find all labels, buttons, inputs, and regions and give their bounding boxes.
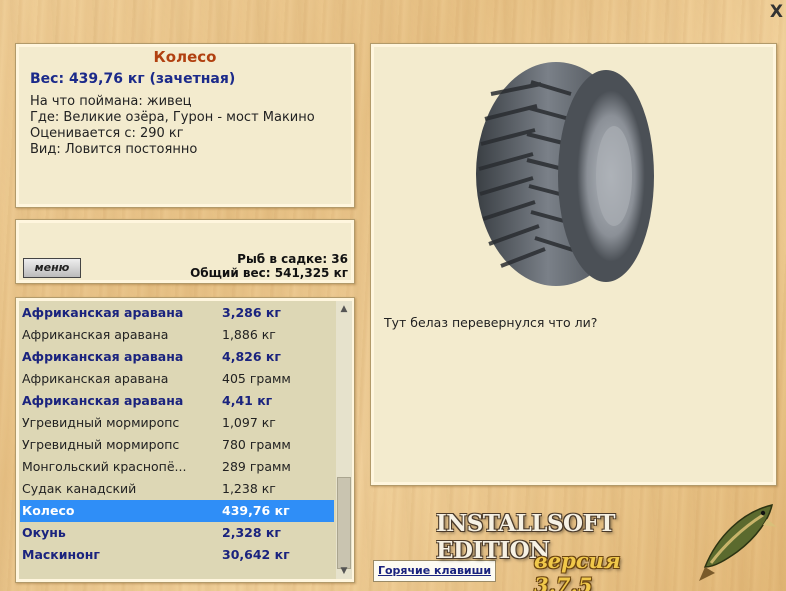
fish-row-weight: 1,097 кг — [222, 415, 276, 430]
app-logo: INSTALLSOFT EDITION версия 3.7.5 — [436, 510, 682, 591]
fish-list-row[interactable]: Окунь 2,328 кг — [20, 522, 334, 544]
fish-row-weight: 2,328 кг — [222, 525, 281, 540]
scroll-down-icon[interactable]: ▼ — [336, 563, 352, 579]
fish-row-weight: 30,642 кг — [222, 547, 290, 562]
fish-list-row[interactable]: Угревидный мормиропс 780 грамм — [20, 434, 334, 456]
fish-row-name: Угревидный мормиропс — [22, 415, 180, 430]
fish-row-name: Угревидный мормиропс — [22, 437, 180, 452]
fish-row-weight: 4,826 кг — [222, 349, 281, 364]
version-text: версия 3.7.5 — [534, 548, 621, 591]
fish-row-name: Окунь — [22, 525, 66, 540]
fish-row-weight: 3,286 кг — [222, 305, 281, 320]
fish-list-row[interactable]: Африканская аравана 405 грамм — [20, 368, 334, 390]
scroll-thumb[interactable] — [337, 477, 351, 569]
pike-fish-icon — [697, 497, 783, 587]
fish-list-panel: Африканская аравана 3,286 кг Африканская а… — [15, 297, 355, 583]
catch-info-panel: Колесо Вес: 439,76 кг (зачетная) На что … — [15, 43, 355, 208]
catch-location: Где: Великие озёра, Гурон - мост Макино — [30, 110, 315, 125]
fish-row-name: Африканская аравана — [22, 349, 184, 364]
close-button[interactable]: X — [770, 4, 783, 21]
fish-list-row[interactable]: Монгольский краснопё... 289 грамм — [20, 456, 334, 478]
fish-picture-panel: Тут белаз перевернулся что ли? — [370, 43, 777, 486]
fish-name: Колесо — [153, 48, 217, 66]
fish-row-name: Африканская аравана — [22, 305, 184, 320]
fish-row-weight: 1,238 кг — [222, 481, 276, 496]
fish-list-row[interactable]: Колесо 439,76 кг — [20, 500, 334, 522]
keepnet-stats-panel: меню Рыб в садке: 36 Общий вес: 541,325 … — [15, 219, 355, 284]
fish-row-weight: 4,41 кг — [222, 393, 273, 408]
fish-row-weight: 289 грамм — [222, 459, 291, 474]
fish-row-name: Судак канадский — [22, 481, 137, 496]
fish-list-row[interactable]: Африканская аравана 4,826 кг — [20, 346, 334, 368]
fish-weight: Вес: 439,76 кг (зачетная) — [30, 71, 236, 87]
total-weight: Общий вес: 541,325 кг — [190, 266, 348, 280]
fish-row-name: Африканская аравана — [22, 371, 169, 386]
catch-type: Вид: Ловится постоянно — [30, 142, 198, 157]
list-scrollbar[interactable]: ▲ ▼ — [336, 301, 352, 579]
fish-row-name: Африканская аравана — [22, 393, 184, 408]
fish-list-row[interactable]: Маскинонг 30,642 кг — [20, 544, 334, 566]
fish-row-name: Африканская аравана — [22, 327, 169, 342]
fish-row-weight: 439,76 кг — [222, 503, 290, 518]
fish-list-row[interactable]: Африканская аравана 3,286 кг — [20, 302, 334, 324]
fish-row-weight: 1,886 кг — [222, 327, 276, 342]
fish-row-weight: 780 грамм — [222, 437, 291, 452]
fish-list-row[interactable]: Угревидный мормиропс 1,097 кг — [20, 412, 334, 434]
catch-bait: На что поймана: живец — [30, 94, 192, 109]
tire-image — [471, 54, 661, 298]
catch-min-weight: Оценивается с: 290 кг — [30, 126, 184, 141]
fish-count: Рыб в садке: 36 — [237, 252, 348, 266]
fish-row-name: Колесо — [22, 503, 75, 518]
keepnet-stats: Рыб в садке: 36 Общий вес: 541,325 кг — [190, 252, 348, 280]
fish-list-row[interactable]: Африканская аравана 1,886 кг — [20, 324, 334, 346]
fish-row-name: Монгольский краснопё... — [22, 459, 187, 474]
fish-row-name: Маскинонг — [22, 547, 100, 562]
fish-list-row[interactable]: Судак канадский 1,238 кг — [20, 478, 334, 500]
menu-button[interactable]: меню — [23, 258, 81, 278]
fish-row-weight: 405 грамм — [222, 371, 291, 386]
fish-comment: Тут белаз перевернулся что ли? — [384, 315, 598, 330]
fish-list[interactable]: Африканская аравана 3,286 кг Африканская а… — [20, 302, 334, 578]
scroll-up-icon[interactable]: ▲ — [336, 301, 352, 317]
fish-list-row[interactable]: Африканская аравана 4,41 кг — [20, 390, 334, 412]
